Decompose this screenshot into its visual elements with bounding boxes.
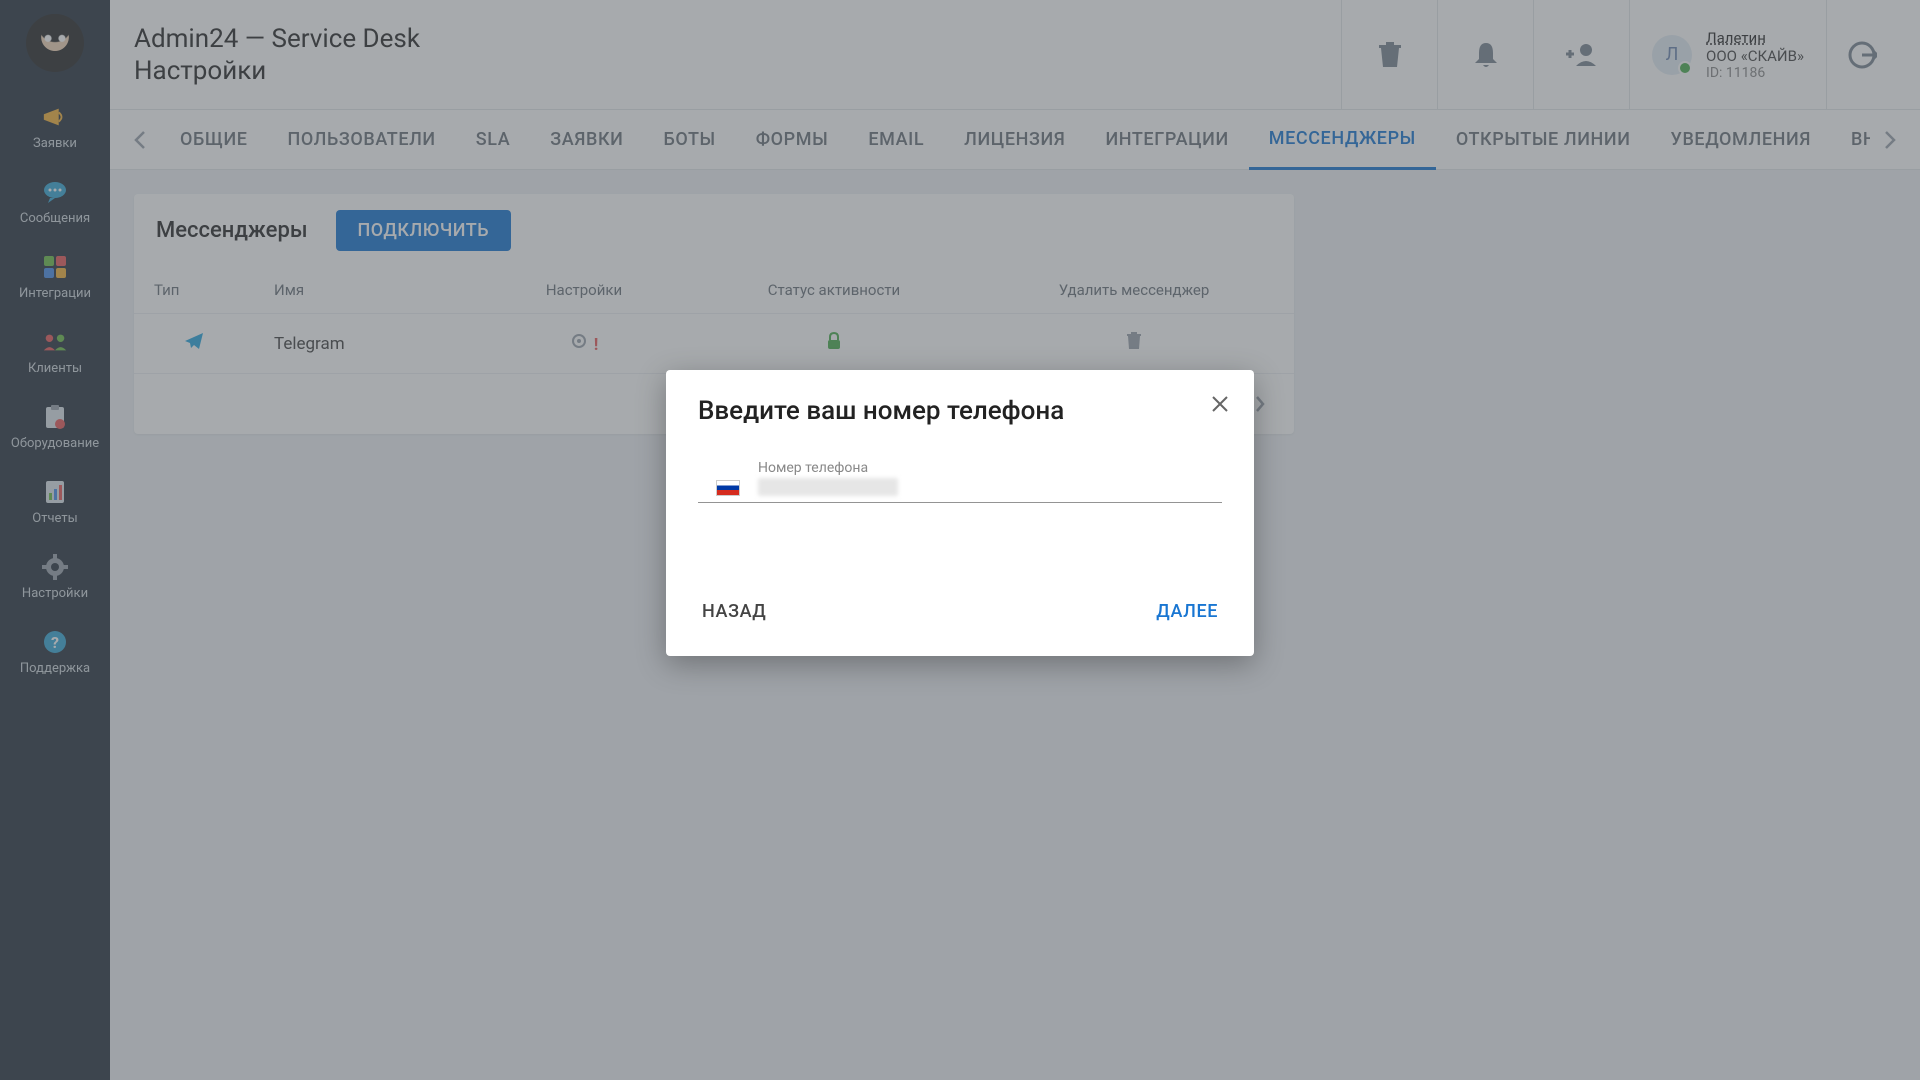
- modal-close-button[interactable]: [1204, 388, 1236, 420]
- modal-actions: НАЗАД ДАЛЕЕ: [698, 593, 1222, 630]
- close-icon: [1211, 395, 1229, 413]
- app-root: Заявки Сообщения Интеграции Клиенты Обор…: [0, 0, 1920, 1080]
- phone-label: Номер телефона: [758, 460, 1222, 476]
- phone-inner: Номер телефона: [758, 460, 1222, 496]
- next-button[interactable]: ДАЛЕЕ: [1152, 593, 1222, 630]
- phone-input[interactable]: [758, 478, 898, 496]
- modal-overlay[interactable]: Введите ваш номер телефона Номер телефон…: [0, 0, 1920, 1080]
- modal-title: Введите ваш номер телефона: [698, 396, 1222, 426]
- phone-modal: Введите ваш номер телефона Номер телефон…: [666, 370, 1254, 656]
- flag-ru-icon[interactable]: [716, 480, 740, 496]
- phone-field[interactable]: Номер телефона: [698, 460, 1222, 503]
- back-button[interactable]: НАЗАД: [698, 593, 770, 630]
